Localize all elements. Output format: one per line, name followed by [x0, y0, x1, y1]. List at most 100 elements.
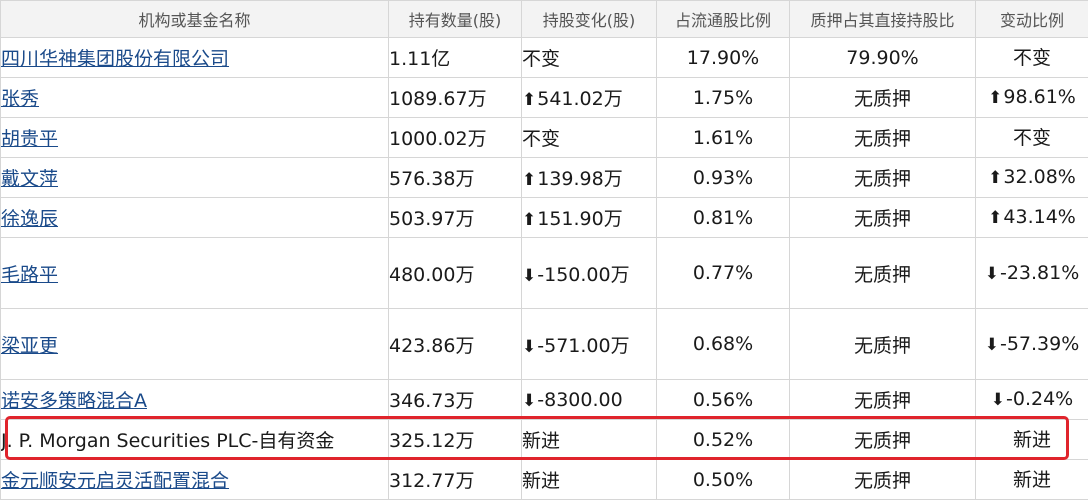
holding-qty: 325.12万	[388, 419, 522, 460]
holding-qty: 1000.02万	[388, 117, 522, 158]
pledge-ratio: 无质押	[789, 157, 976, 198]
holding-qty: 576.38万	[388, 157, 522, 198]
holder-name-cell: 梁亚更	[0, 308, 389, 380]
float-share-pct: 0.93%	[656, 157, 790, 198]
holding-qty: 503.97万	[388, 197, 522, 238]
arrow-down-icon: ⬇	[984, 263, 999, 284]
change-ratio-cell: ⬇-23.81%	[975, 237, 1088, 309]
change-ratio-cell: ⬆43.14%	[975, 197, 1088, 238]
holding-change: 151.90万	[537, 208, 623, 230]
holding-change: 新进	[522, 470, 561, 492]
float-share-pct: 1.75%	[656, 77, 790, 118]
change-ratio-cell: 不变	[975, 117, 1088, 158]
table-row: 梁亚更 423.86万 ⬇-571.00万 0.68% 无质押 ⬇-57.39%	[0, 308, 1088, 380]
holder-name-cell: 金元顺安元启灵活配置混合	[0, 459, 389, 500]
holder-name-cell: 毛路平	[0, 237, 389, 309]
holding-qty: 480.00万	[388, 237, 522, 309]
change-ratio: 新进	[1012, 468, 1051, 491]
holder-name-link[interactable]: 梁亚更	[2, 335, 59, 357]
change-ratio: -57.39%	[999, 332, 1080, 355]
holding-change: -150.00万	[537, 263, 630, 286]
holding-change-cell: ⬇-8300.00	[521, 379, 657, 420]
pledge-ratio: 无质押	[789, 77, 976, 118]
table-row: 诺安多策略混合A 346.73万 ⬇-8300.00 0.56% 无质押 ⬇-0.24%	[0, 379, 1088, 420]
holder-name-link[interactable]: 诺安多策略混合A	[2, 390, 148, 412]
pledge-ratio: 79.90%	[789, 37, 976, 78]
holding-change: 不变	[522, 48, 561, 70]
pledge-ratio: 无质押	[789, 308, 976, 380]
change-ratio-cell: 新进	[975, 459, 1088, 500]
holding-change-cell: 新进	[521, 419, 657, 460]
float-share-pct: 0.56%	[656, 379, 790, 420]
change-ratio-cell: ⬆32.08%	[975, 157, 1088, 198]
arrow-up-icon: ⬆	[522, 90, 537, 110]
table-row: J. P. Morgan Securities PLC-自有资金 325.12万新…	[0, 419, 1088, 460]
holding-change-cell: ⬆139.98万	[521, 157, 657, 198]
holder-name-link[interactable]: 金元顺安元启灵活配置混合	[2, 470, 230, 492]
pledge-ratio: 无质押	[789, 459, 976, 500]
holder-name-cell: J. P. Morgan Securities PLC-自有资金	[0, 419, 389, 460]
table-row: 徐逸辰 503.97万 ⬆ 151.90万 0.81% 无质押 ⬆43.14%	[0, 197, 1088, 238]
pledge-ratio: 无质押	[789, 117, 976, 158]
change-ratio-cell: 新进	[975, 419, 1088, 460]
pledge-ratio: 无质押	[789, 419, 976, 460]
holding-qty: 1.11亿	[388, 37, 522, 78]
arrow-up-icon: ⬆	[988, 208, 1003, 228]
holding-change-cell: ⬆541.02万	[521, 77, 657, 118]
arrow-up-icon: ⬆	[988, 168, 1003, 188]
holder-name-link[interactable]: 胡贵平	[2, 128, 59, 150]
arrow-down-icon: ⬇	[990, 390, 1006, 410]
change-ratio-cell: ⬆98.61%	[975, 77, 1088, 118]
change-ratio-cell: ⬇-57.39%	[975, 308, 1088, 380]
holding-change-cell: 不变	[521, 117, 657, 158]
change-ratio: 98.61%	[1003, 86, 1076, 108]
arrow-down-icon: ⬇	[984, 334, 999, 355]
holder-name-cell: 徐逸辰	[0, 197, 389, 238]
holder-name-link[interactable]: 徐逸辰	[2, 208, 59, 230]
header-qty: 持有数量(股)	[388, 0, 522, 38]
holder-name-link[interactable]: 毛路平	[2, 264, 59, 286]
holding-change: 不变	[522, 128, 561, 150]
header-change: 持股变化(股)	[521, 0, 657, 38]
holder-name-cell: 胡贵平	[0, 117, 389, 158]
holder-name-link[interactable]: 四川华神集团股份有限公司	[2, 48, 230, 70]
change-ratio-cell: 不变	[975, 37, 1088, 78]
table-row: 张秀 1089.67万 ⬆541.02万 1.75% 无质押 ⬆98.61%	[0, 77, 1088, 118]
table-row: 戴文萍 576.38万 ⬆139.98万 0.93% 无质押 ⬆32.08%	[0, 157, 1088, 198]
holding-change-cell: ⬇-150.00万	[521, 237, 657, 309]
holder-name-cell: 四川华神集团股份有限公司	[0, 37, 389, 78]
header-float-pct: 占流通股比例	[656, 0, 790, 38]
holder-name: J. P. Morgan Securities PLC-自有资金	[1, 430, 335, 452]
holding-change: 新进	[522, 430, 561, 452]
change-ratio: 不变	[1012, 46, 1051, 69]
float-share-pct: 17.90%	[656, 37, 790, 78]
float-share-pct: 0.68%	[656, 308, 790, 380]
shareholders-table: 机构或基金名称 持有数量(股) 持股变化(股) 占流通股比例 质押占其直接持股比…	[0, 0, 1088, 500]
holding-change-cell: 不变	[521, 37, 657, 78]
table-row: 四川华神集团股份有限公司 1.11亿 不变 17.90% 79.90% 不变	[0, 37, 1088, 78]
holding-change-cell: ⬇-571.00万	[521, 308, 657, 380]
header-row: 机构或基金名称 持有数量(股) 持股变化(股) 占流通股比例 质押占其直接持股比…	[0, 0, 1088, 38]
holder-name-link[interactable]: 戴文萍	[2, 168, 59, 190]
pledge-ratio: 无质押	[789, 379, 976, 420]
change-ratio: 不变	[1012, 126, 1051, 149]
holding-qty: 1089.67万	[388, 77, 522, 118]
holder-name-cell: 戴文萍	[0, 157, 389, 198]
float-share-pct: 0.81%	[656, 197, 790, 238]
float-share-pct: 0.50%	[656, 459, 790, 500]
change-ratio-cell: ⬇-0.24%	[975, 379, 1088, 420]
table-row: 毛路平 480.00万 ⬇-150.00万 0.77% 无质押 ⬇-23.81%	[0, 237, 1088, 309]
holder-name-cell: 诺安多策略混合A	[0, 379, 389, 420]
header-ratio: 变动比例	[975, 0, 1088, 38]
header-pledge: 质押占其直接持股比	[789, 0, 976, 38]
header-name: 机构或基金名称	[0, 0, 389, 38]
holder-name-link[interactable]: 张秀	[2, 88, 40, 110]
arrow-down-icon: ⬇	[522, 265, 537, 286]
change-ratio: -23.81%	[999, 261, 1080, 284]
holding-qty: 346.73万	[388, 379, 522, 420]
table-row: 金元顺安元启灵活配置混合 312.77万 新进 0.50% 无质押 新进	[0, 459, 1088, 500]
float-share-pct: 0.52%	[656, 419, 790, 460]
pledge-ratio: 无质押	[789, 197, 976, 238]
change-ratio: 32.08%	[1003, 166, 1076, 188]
change-ratio: 新进	[1012, 428, 1051, 451]
